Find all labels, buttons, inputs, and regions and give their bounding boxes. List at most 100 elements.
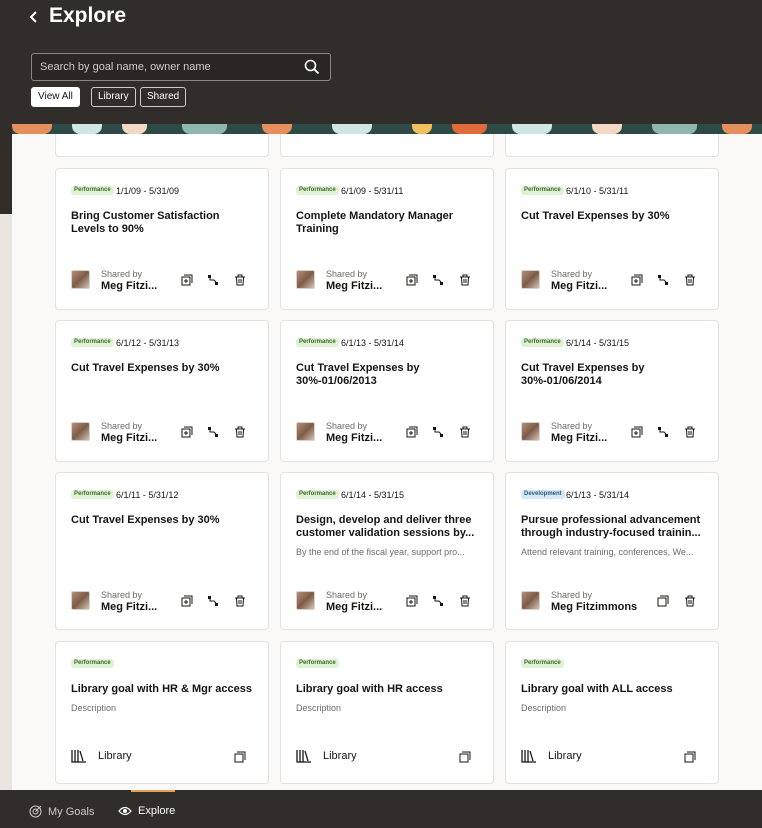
avatar xyxy=(71,591,90,610)
goal-card[interactable]: Performance 6/1/13 - 5/31/14 Cut Travel … xyxy=(280,320,494,462)
align-icon[interactable] xyxy=(431,425,445,439)
owner-name: Meg Fitzi... xyxy=(101,280,158,292)
goal-description: Attend relevant training, conferences, W… xyxy=(521,547,694,557)
goal-card[interactable]: Performance 6/1/14 - 5/31/15 Design, dev… xyxy=(280,472,494,630)
search-box[interactable] xyxy=(31,53,331,81)
copy-icon[interactable] xyxy=(630,273,644,287)
goal-title[interactable]: Library goal with HR access xyxy=(296,683,481,696)
goal-description: By the end of the fiscal year, support p… xyxy=(296,547,465,557)
goal-title[interactable]: Cut Travel Expenses by 30% xyxy=(71,514,256,527)
goal-title[interactable]: Design, develop and deliver three custom… xyxy=(296,514,481,540)
copy-icon[interactable] xyxy=(458,750,472,764)
copy-icon[interactable] xyxy=(233,750,247,764)
goal-card[interactable] xyxy=(505,134,719,157)
goal-type-badge: Performance xyxy=(296,186,339,195)
goal-card[interactable]: Performance Library goal with HR & Mgr a… xyxy=(55,641,269,784)
goal-type-badge: Performance xyxy=(71,659,114,668)
goals-grid[interactable]: Performance 1/1/09 - 5/31/09 Bring Custo… xyxy=(12,134,762,790)
library-icon xyxy=(71,750,86,763)
goal-card[interactable]: Performance 6/1/10 - 5/31/11 Cut Travel … xyxy=(505,168,719,310)
goal-title[interactable]: Library goal with ALL access xyxy=(521,683,706,696)
goal-type-badge: Performance xyxy=(296,490,339,499)
goal-card[interactable]: Development 6/1/13 - 5/31/14 Pursue prof… xyxy=(505,472,719,630)
trash-icon[interactable] xyxy=(683,594,697,608)
goal-description: Description xyxy=(296,703,342,713)
goal-card[interactable] xyxy=(55,134,269,157)
search-icon[interactable] xyxy=(304,59,320,75)
copy-icon[interactable] xyxy=(180,273,194,287)
search-input[interactable] xyxy=(32,54,302,80)
goal-type-badge: Performance xyxy=(71,338,114,347)
align-icon[interactable] xyxy=(656,273,670,287)
goal-card[interactable] xyxy=(280,134,494,157)
goal-card[interactable]: Performance 6/1/09 - 5/31/11 Complete Ma… xyxy=(280,168,494,310)
copy-icon[interactable] xyxy=(656,594,670,608)
goal-card[interactable]: Performance 6/1/11 - 5/31/12 Cut Travel … xyxy=(55,472,269,630)
goal-description: Description xyxy=(521,703,567,713)
goal-dates: 6/1/10 - 5/31/11 xyxy=(566,186,629,196)
trash-icon[interactable] xyxy=(458,273,472,287)
goal-card[interactable]: Performance 6/1/14 - 5/31/15 Cut Travel … xyxy=(505,320,719,462)
side-panel xyxy=(0,214,12,790)
goal-type-badge: Performance xyxy=(521,338,564,347)
goal-title[interactable]: Cut Travel Expenses by 30% xyxy=(71,362,256,375)
owner-name: Meg Fitzimmons xyxy=(551,601,638,613)
avatar xyxy=(296,270,315,289)
goal-title[interactable]: Cut Travel Expenses by 30%-01/06/2013 xyxy=(296,362,481,388)
align-icon[interactable] xyxy=(656,425,670,439)
avatar xyxy=(521,591,540,610)
trash-icon[interactable] xyxy=(233,273,247,287)
copy-icon[interactable] xyxy=(405,425,419,439)
goal-dates: 6/1/13 - 5/31/14 xyxy=(566,490,630,500)
goal-title[interactable]: Cut Travel Expenses by 30% xyxy=(521,210,706,223)
shared-by-label: Shared by xyxy=(551,269,593,279)
copy-icon[interactable] xyxy=(683,750,697,764)
goal-title[interactable]: Library goal with HR & Mgr access xyxy=(71,683,256,696)
goal-dates: 6/1/14 - 5/31/15 xyxy=(566,338,630,348)
trash-icon[interactable] xyxy=(683,425,697,439)
goal-dates: 6/1/09 - 5/31/11 xyxy=(341,186,404,196)
copy-icon[interactable] xyxy=(180,425,194,439)
nav-explore[interactable]: Explore xyxy=(118,805,175,817)
goal-title[interactable]: Bring Customer Satisfaction Levels to 90… xyxy=(71,210,256,236)
avatar xyxy=(71,270,90,289)
trash-icon[interactable] xyxy=(458,425,472,439)
align-icon[interactable] xyxy=(431,594,445,608)
goal-card[interactable]: Performance 6/1/12 - 5/31/13 Cut Travel … xyxy=(55,320,269,462)
goal-card[interactable]: Performance Library goal with ALL access… xyxy=(505,641,719,784)
filter-view-all[interactable]: View All xyxy=(31,87,80,107)
goal-title[interactable]: Complete Mandatory Manager Training xyxy=(296,210,481,236)
goal-type-badge: Performance xyxy=(296,338,339,347)
goal-card[interactable]: Performance Library goal with HR access … xyxy=(280,641,494,784)
copy-icon[interactable] xyxy=(630,425,644,439)
goal-title[interactable]: Pursue professional advancement through … xyxy=(521,514,706,540)
copy-icon[interactable] xyxy=(405,594,419,608)
nav-explore-label: Explore xyxy=(138,805,176,817)
trash-icon[interactable] xyxy=(233,425,247,439)
shared-by-label: Shared by xyxy=(326,590,368,600)
align-icon[interactable] xyxy=(206,594,220,608)
trash-icon[interactable] xyxy=(458,594,472,608)
goal-dates: 6/1/13 - 5/31/14 xyxy=(341,338,405,348)
goal-type-badge: Performance xyxy=(296,659,339,668)
align-icon[interactable] xyxy=(431,273,445,287)
shared-by-label: Shared by xyxy=(326,421,368,431)
copy-icon[interactable] xyxy=(180,594,194,608)
copy-icon[interactable] xyxy=(405,273,419,287)
back-button[interactable] xyxy=(24,7,44,27)
bottom-navigation: My Goals Explore xyxy=(12,790,762,828)
goal-title[interactable]: Cut Travel Expenses by 30%-01/06/2014 xyxy=(521,362,706,388)
trash-icon[interactable] xyxy=(683,273,697,287)
trash-icon[interactable] xyxy=(233,594,247,608)
shared-by-label: Shared by xyxy=(551,421,593,431)
filter-shared[interactable]: Shared xyxy=(140,87,187,107)
goal-card[interactable]: Performance 1/1/09 - 5/31/09 Bring Custo… xyxy=(55,168,269,310)
goal-type-badge: Performance xyxy=(71,186,114,195)
page-header: Explore View All Library Shared xyxy=(0,0,762,124)
nav-my-goals[interactable]: My Goals xyxy=(29,805,94,818)
align-icon[interactable] xyxy=(206,273,220,287)
shared-by-label: Shared by xyxy=(101,590,143,600)
filter-library[interactable]: Library xyxy=(91,87,136,107)
owner-name: Meg Fitzi... xyxy=(326,432,383,444)
align-icon[interactable] xyxy=(206,425,220,439)
